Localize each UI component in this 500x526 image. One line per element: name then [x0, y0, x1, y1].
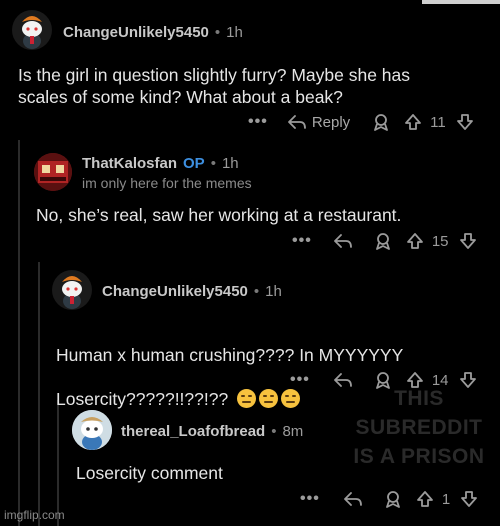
separator-dot: •: [271, 423, 277, 440]
vote-score: 1: [441, 490, 451, 508]
award-icon: [375, 233, 390, 250]
vote-score: 11: [430, 113, 446, 131]
downvote-arrow-icon: [456, 114, 473, 130]
award-icon: [385, 491, 400, 508]
upvote-arrow-icon: [416, 491, 433, 507]
comment-body: No, she’s real, saw her working at a res…: [36, 205, 402, 225]
reply-button[interactable]: Reply: [287, 113, 351, 131]
more-options-button[interactable]: •••: [290, 371, 310, 389]
op-badge: OP: [183, 155, 205, 172]
username[interactable]: ThatKalosfan: [82, 155, 177, 172]
timestamp: 1h: [221, 155, 239, 172]
reply-label: Reply: [311, 113, 351, 131]
separator-dot: •: [253, 283, 260, 300]
comment-line: Losercity?????!!??!??: [56, 389, 229, 409]
upvote-button[interactable]: [406, 232, 424, 250]
timestamp: 1h: [226, 24, 243, 41]
reply-arrow-icon: [287, 115, 306, 129]
comment-header: ThatKalosfan OP • 1h: [82, 155, 239, 172]
reply-arrow-icon: [343, 492, 362, 506]
reply-arrow-icon: [333, 234, 352, 248]
downvote-button[interactable]: [456, 113, 474, 131]
snoo-avatar-icon: [72, 410, 112, 450]
downvote-arrow-icon: [459, 233, 476, 249]
more-options-button[interactable]: •••: [292, 232, 312, 250]
downvote-button[interactable]: [460, 490, 478, 508]
thread-line-1[interactable]: [18, 140, 20, 526]
timestamp: 1h: [265, 283, 282, 300]
avatar[interactable]: [72, 410, 112, 450]
neutral-face-emoji-icon: [237, 389, 257, 408]
neutral-face-emoji-icon: [259, 389, 279, 408]
downvote-arrow-icon: [461, 491, 478, 507]
timestamp: 8m: [282, 423, 304, 440]
upvote-arrow-icon: [406, 233, 423, 249]
reply-button[interactable]: [333, 233, 352, 249]
award-button[interactable]: [384, 490, 402, 508]
profile-picture-icon: [34, 153, 72, 191]
award-button[interactable]: [374, 232, 392, 250]
username[interactable]: ChangeUnlikely5450: [63, 24, 209, 41]
comment-actions: ••• 1: [300, 490, 478, 508]
comment-actions: ••• 15: [292, 232, 477, 250]
vote-score: 15: [431, 232, 449, 250]
snoo-avatar-icon: [62, 276, 82, 309]
neutral-face-emoji-icon: [281, 389, 301, 408]
comment-header: ChangeUnlikely5450 • 1h: [102, 283, 282, 300]
imgflip-credit: imgflip.com: [4, 508, 65, 522]
upvote-arrow-icon: [405, 114, 422, 130]
comment-header: ChangeUnlikely5450 • 1h: [63, 24, 243, 41]
snoo-avatar-icon: [22, 16, 42, 49]
more-options-button[interactable]: •••: [300, 490, 320, 508]
thread-line-2[interactable]: [38, 262, 40, 526]
watermark-text: THIS SUBREDDIT IS A PRISON: [353, 387, 485, 468]
comment-body: Is the girl in question slightly furry? …: [18, 65, 410, 107]
avatar[interactable]: [34, 153, 72, 191]
award-button[interactable]: [372, 113, 390, 131]
username[interactable]: ChangeUnlikely5450: [102, 283, 248, 300]
user-flair: im only here for the memes: [82, 175, 252, 191]
comment-body: Losercity comment: [76, 463, 223, 483]
comment-actions: ••• Reply 11: [248, 113, 474, 131]
comment-line: Human x human crushing???? In MYYYYYY: [56, 345, 404, 365]
comment-header: thereal_Loafofbread • 8m: [121, 423, 303, 440]
award-icon: [374, 114, 389, 131]
reply-button[interactable]: [343, 491, 362, 507]
downvote-button[interactable]: [459, 232, 477, 250]
separator-dot: •: [214, 24, 221, 41]
separator-dot: •: [210, 155, 216, 172]
upvote-button[interactable]: [404, 113, 422, 131]
avatar[interactable]: [52, 270, 92, 310]
upvote-button[interactable]: [416, 490, 434, 508]
top-edge-image-fragment: [422, 0, 500, 4]
avatar[interactable]: [12, 10, 52, 50]
username[interactable]: thereal_Loafofbread: [121, 423, 265, 440]
more-options-button[interactable]: •••: [248, 113, 268, 131]
